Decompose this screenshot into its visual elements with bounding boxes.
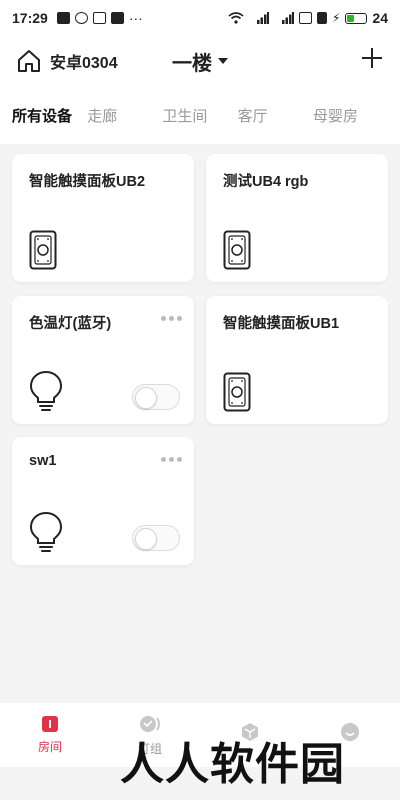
device-name: sw1 (29, 453, 57, 469)
home-icon (18, 50, 40, 72)
tab-bathroom[interactable]: 卫生间 (162, 105, 237, 126)
signal-icon (256, 12, 269, 24)
power-toggle[interactable] (132, 525, 180, 551)
floor-selector[interactable]: 一楼 (172, 47, 228, 76)
watermark: 人人软件园 (120, 739, 345, 790)
device-card[interactable]: 智能触摸面板UB2 (12, 154, 194, 282)
charging-icon: ⚡ (331, 11, 341, 25)
status-left: 17:29 ··· (12, 10, 143, 26)
device-name: 测试UB4 rgb (223, 174, 309, 190)
tab-nursery[interactable]: 母婴房 (313, 105, 388, 126)
touch-panel-icon (223, 230, 251, 270)
chevron-down-icon (218, 58, 228, 64)
device-card[interactable]: sw1 (12, 437, 194, 565)
touch-panel-icon (29, 230, 57, 270)
home-selector[interactable]: 安卓0304 (16, 48, 118, 74)
blocked-notification-icon (74, 12, 88, 24)
bulb-icon (29, 370, 63, 411)
device-name: 色温灯(蓝牙) (29, 316, 112, 332)
status-right: ⚡ 24 (228, 10, 388, 26)
device-card[interactable]: 智能触摸面板UB1 (206, 296, 388, 424)
wifi-icon (228, 12, 244, 24)
play-notification-icon (56, 12, 70, 24)
tab-living-room[interactable]: 客厅 (238, 105, 313, 126)
tab-corridor[interactable]: 走廊 (87, 105, 162, 126)
nav-rooms[interactable]: 房间 (0, 703, 100, 767)
add-icon[interactable] (360, 46, 384, 76)
signal-icon-2 (281, 12, 294, 24)
status-time: 17:29 (12, 10, 48, 26)
battery-icon (345, 12, 368, 24)
more-options-icon[interactable] (161, 316, 182, 321)
battery-level: 24 (372, 10, 388, 26)
power-toggle[interactable] (132, 384, 180, 410)
hd-icon (298, 12, 312, 24)
more-options-icon[interactable] (161, 457, 182, 462)
tab-all-devices[interactable]: 所有设备 (12, 105, 87, 126)
room-icon (42, 715, 58, 732)
plus-icon (362, 48, 382, 68)
more-notifications-icon: ··· (128, 10, 143, 26)
sim-icon (316, 12, 327, 24)
device-card[interactable]: 测试UB4 rgb (206, 154, 388, 282)
app-header: 安卓0304 一楼 (0, 36, 400, 86)
cat-notification-icon (110, 12, 124, 24)
floor-label: 一楼 (172, 52, 212, 75)
bulb-icon (29, 511, 63, 552)
device-card[interactable]: 色温灯(蓝牙) (12, 296, 194, 424)
touch-panel-icon (223, 372, 251, 412)
mail-notification-icon (92, 12, 106, 24)
home-name: 安卓0304 (50, 55, 118, 72)
status-bar: 17:29 ··· ⚡ 24 (0, 0, 400, 36)
device-name: 智能触摸面板UB2 (29, 174, 146, 190)
room-tabs: 所有设备 走廊 卫生间 客厅 母婴房 (0, 86, 400, 144)
nav-label: 房间 (37, 739, 62, 754)
device-name: 智能触摸面板UB1 (223, 316, 340, 332)
